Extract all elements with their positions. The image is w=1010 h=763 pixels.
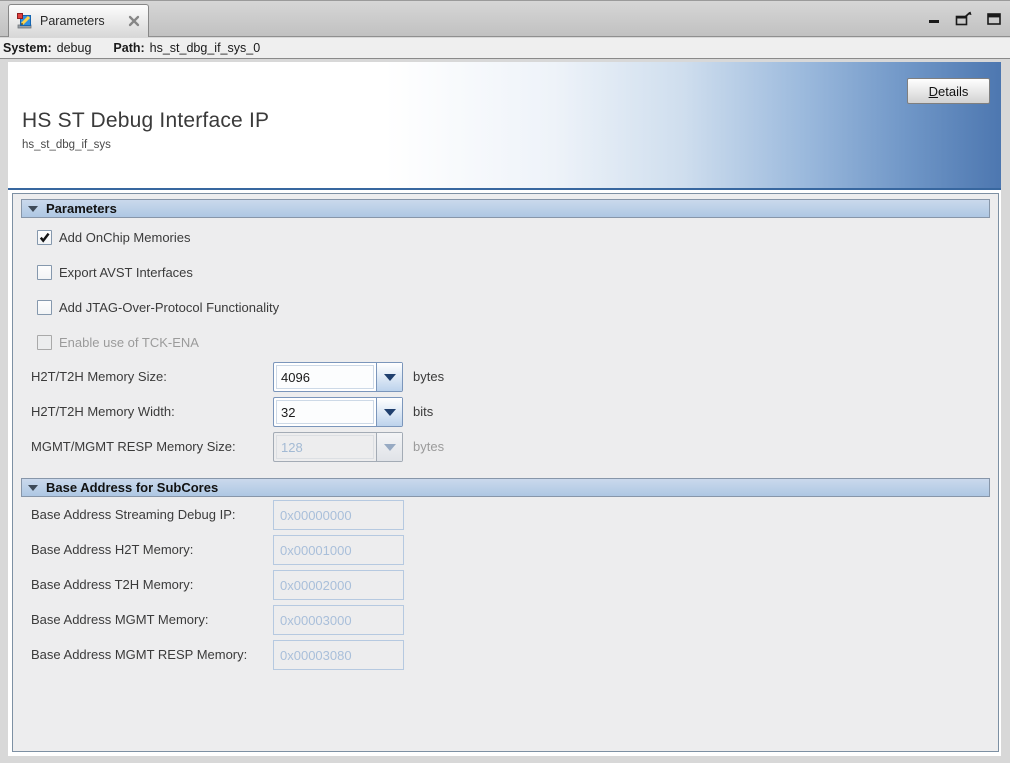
- param-row: Base Address MGMT RESP Memory:: [13, 640, 998, 670]
- window-controls: [926, 11, 1002, 27]
- ip-banner: HS ST Debug Interface IP hs_st_dbg_if_sy…: [8, 62, 1001, 190]
- field-label: Base Address MGMT RESP Memory:: [31, 647, 248, 662]
- unit-label: bytes: [413, 439, 445, 454]
- checkbox-add-jtag-over-protocol[interactable]: [37, 300, 52, 315]
- combo-value-input[interactable]: [276, 400, 374, 424]
- combo-h2t-t2h-memory-width[interactable]: [273, 397, 403, 427]
- collapse-arrow-icon: [28, 484, 38, 491]
- param-row: Add JTAG-Over-Protocol Functionality: [13, 300, 998, 316]
- section-header-base-address[interactable]: Base Address for SubCores: [21, 478, 990, 497]
- section-header-parameters[interactable]: Parameters: [21, 199, 990, 218]
- param-row: Base Address Streaming Debug IP:: [13, 500, 998, 530]
- dropdown-arrow-button: [376, 433, 402, 461]
- editor-panel: HS ST Debug Interface IP hs_st_dbg_if_sy…: [8, 62, 1001, 756]
- param-row: Add OnChip Memories: [13, 230, 998, 246]
- tab-parameters[interactable]: Parameters: [8, 4, 149, 37]
- field-label: H2T/T2H Memory Size:: [31, 369, 167, 384]
- checkbox-export-avst-interfaces[interactable]: [37, 265, 52, 280]
- checkbox-label: Add JTAG-Over-Protocol Functionality: [59, 300, 280, 315]
- combo-h2t-t2h-memory-size[interactable]: [273, 362, 403, 392]
- page-title: HS ST Debug Interface IP: [22, 109, 270, 132]
- param-row: Base Address H2T Memory:: [13, 535, 998, 565]
- field-label: MGMT/MGMT RESP Memory Size:: [31, 439, 236, 454]
- field-base-addr-t2h-memory: [273, 570, 404, 600]
- close-icon[interactable]: [128, 15, 140, 27]
- param-row: Export AVST Interfaces: [13, 265, 998, 281]
- parameters-icon: [17, 13, 33, 29]
- minimize-icon[interactable]: [926, 11, 942, 27]
- field-base-addr-h2t-memory: [273, 535, 404, 565]
- instance-name: hs_st_dbg_if_sys: [22, 139, 111, 151]
- checkbox-label: Export AVST Interfaces: [59, 265, 193, 280]
- details-button[interactable]: Details: [907, 78, 990, 104]
- dropdown-arrow-button[interactable]: [376, 363, 402, 391]
- chevron-down-icon: [383, 373, 396, 381]
- unit-label: bits: [413, 404, 434, 419]
- section-title: Parameters: [46, 201, 117, 216]
- tab-bar: Parameters: [0, 0, 1010, 37]
- param-row: Base Address MGMT Memory:: [13, 605, 998, 635]
- chevron-down-icon: [383, 408, 396, 416]
- checkmark-icon: [39, 232, 50, 243]
- param-row: Base Address T2H Memory:: [13, 570, 998, 600]
- system-value: debug: [56, 41, 92, 55]
- combo-value-input[interactable]: [276, 365, 374, 389]
- param-row: Enable use of TCK-ENA: [13, 335, 998, 351]
- field-label: Base Address T2H Memory:: [31, 577, 194, 592]
- path-label: Path:: [113, 41, 145, 55]
- field-base-addr-mgmt-memory: [273, 605, 404, 635]
- system-label: System:: [3, 41, 52, 55]
- param-row: H2T/T2H Memory Width: bits: [13, 397, 998, 427]
- tab-label: Parameters: [40, 14, 105, 28]
- path-value: hs_st_dbg_if_sys_0: [149, 41, 261, 55]
- field-label: H2T/T2H Memory Width:: [31, 404, 175, 419]
- restore-icon[interactable]: [954, 11, 974, 27]
- field-label: Base Address Streaming Debug IP:: [31, 507, 236, 522]
- checkbox-add-onchip-memories[interactable]: [37, 230, 52, 245]
- info-bar: System: debug Path: hs_st_dbg_if_sys_0: [0, 38, 1010, 59]
- dropdown-arrow-button[interactable]: [376, 398, 402, 426]
- field-base-addr-streaming-debug-ip: [273, 500, 404, 530]
- field-label: Base Address H2T Memory:: [31, 542, 194, 557]
- chevron-down-icon: [383, 443, 396, 451]
- app-window: Parameters System: debug Path: hs_st_dbg…: [0, 0, 1010, 763]
- checkbox-enable-tck-ena: [37, 335, 52, 350]
- checkbox-label: Enable use of TCK-ENA: [59, 335, 199, 350]
- param-row: H2T/T2H Memory Size: bytes: [13, 362, 998, 392]
- param-row: MGMT/MGMT RESP Memory Size: bytes: [13, 432, 998, 462]
- checkbox-label: Add OnChip Memories: [59, 230, 191, 245]
- parameters-panel: Parameters Add OnChip Memories Export AV…: [12, 193, 999, 752]
- maximize-icon[interactable]: [986, 11, 1002, 27]
- field-label: Base Address MGMT Memory:: [31, 612, 209, 627]
- section-title: Base Address for SubCores: [46, 480, 219, 495]
- combo-value-input: [276, 435, 374, 459]
- unit-label: bytes: [413, 369, 445, 384]
- combo-mgmt-memory-size: [273, 432, 403, 462]
- collapse-arrow-icon: [28, 205, 38, 212]
- field-base-addr-mgmt-resp-memory: [273, 640, 404, 670]
